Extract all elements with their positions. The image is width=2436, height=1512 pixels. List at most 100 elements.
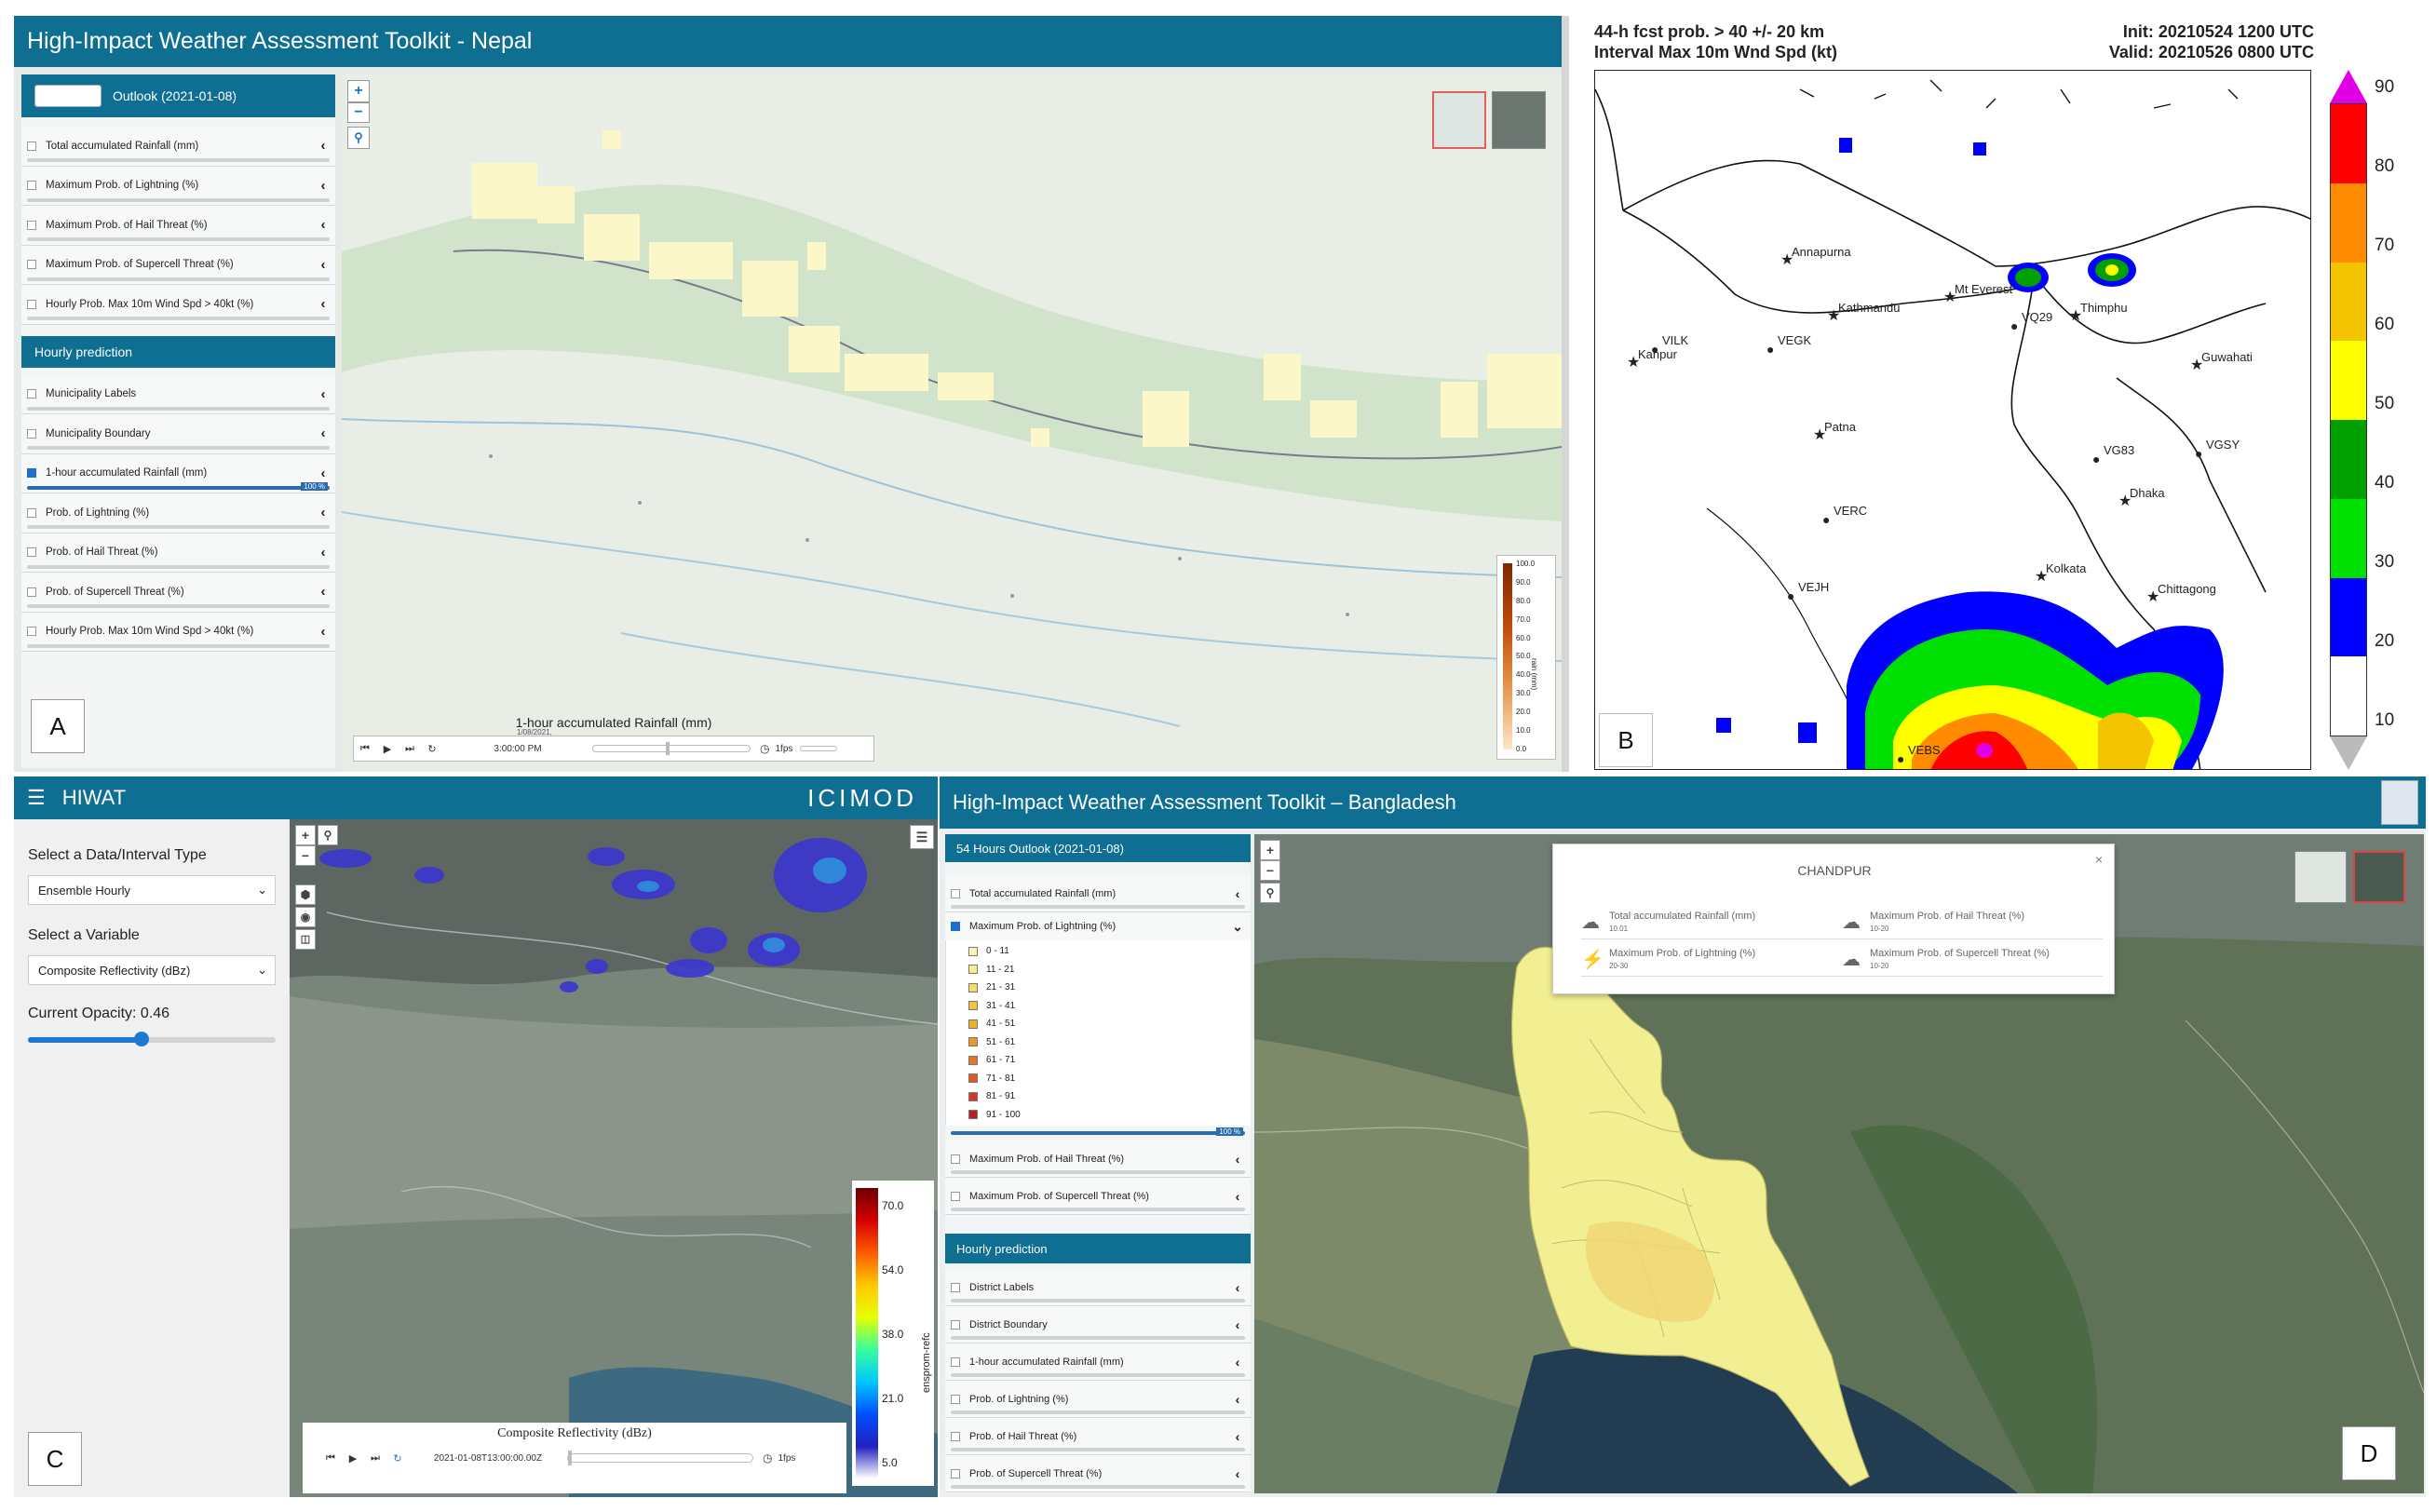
layer-checkbox[interactable] (27, 428, 36, 439)
hourly-layer-row[interactable]: Hourly Prob. Max 10m Wind Spd > 40kt (%)… (21, 612, 335, 652)
layer-opacity-slider[interactable] (27, 485, 330, 490)
layer-checkbox[interactable] (27, 299, 36, 309)
layer-checkbox[interactable] (951, 1431, 960, 1441)
hourly-layer-row[interactable]: 1-hour accumulated Rainfall (mm) ‹ 100 % (21, 453, 335, 493)
chevron-left-icon[interactable]: ‹ (317, 138, 330, 154)
chevron-left-icon[interactable]: ‹ (317, 466, 330, 481)
chevron-left-icon[interactable]: ‹ (1230, 1392, 1245, 1407)
hourly-layer-row[interactable]: Prob. of Lightning (%) ‹ (945, 1381, 1251, 1418)
fps-value[interactable]: 1fps (775, 744, 792, 754)
layer-checkbox[interactable] (951, 1154, 960, 1164)
layer-checkbox[interactable] (951, 888, 960, 898)
zoom-out-button[interactable]: − (347, 102, 370, 123)
chevron-left-icon[interactable]: ‹ (317, 584, 330, 600)
layer-opacity-slider[interactable] (27, 406, 330, 411)
chevron-left-icon[interactable]: ‹ (1230, 1317, 1245, 1332)
layer-opacity-slider[interactable] (951, 1448, 1245, 1451)
legend-opacity-slider[interactable]: 100 % (945, 1126, 1251, 1141)
outlook-layer-row[interactable]: Total accumulated Rainfall (mm) ‹ (945, 875, 1251, 912)
layer-checkbox[interactable] (27, 260, 36, 270)
chevron-left-icon[interactable]: ‹ (317, 296, 330, 312)
skip-back-icon[interactable]: ⏮ (354, 743, 376, 755)
chevron-down-icon[interactable]: ⌄ (1230, 919, 1245, 935)
variable-select[interactable]: Composite Reflectivity (dBz) ⌄ (28, 955, 276, 985)
search-icon[interactable]: ⚲ (347, 127, 370, 149)
layer-checkbox[interactable] (951, 1394, 960, 1404)
time-slider[interactable] (567, 1451, 753, 1465)
chevron-left-icon[interactable]: ‹ (317, 425, 330, 441)
chevron-left-icon[interactable]: ‹ (317, 386, 330, 402)
layer-opacity-slider[interactable] (27, 604, 330, 608)
opacity-slider-handle[interactable] (134, 1032, 150, 1046)
layer-opacity-slider[interactable] (27, 197, 330, 202)
hourly-layer-row[interactable]: Prob. of Lightning (%) ‹ (21, 493, 335, 533)
layer-checkbox[interactable] (27, 587, 36, 597)
layer-checkbox[interactable] (27, 389, 36, 399)
chevron-left-icon[interactable]: ‹ (1230, 886, 1245, 901)
time-slider-handle[interactable] (666, 742, 670, 755)
opacity-slider-track[interactable] (951, 1131, 1245, 1135)
layer-opacity-slider[interactable] (951, 1336, 1245, 1340)
outlook-layer-row[interactable]: Maximum Prob. of Hail Threat (%) ‹ (21, 206, 335, 246)
outlook-layer-row[interactable]: Maximum Prob. of Lightning (%) ‹ (21, 166, 335, 206)
chevron-left-icon[interactable]: ‹ (317, 545, 330, 560)
layer-checkbox[interactable] (27, 468, 36, 479)
skip-forward-icon[interactable]: ⏭ (399, 743, 421, 755)
layer-opacity-slider[interactable] (27, 525, 330, 529)
hourly-layer-row[interactable]: Prob. of Hail Threat (%) ‹ (945, 1418, 1251, 1455)
menu-icon[interactable]: ☰ (27, 786, 46, 810)
hourly-layer-row[interactable]: Prob. of Supercell Threat (%) ‹ (21, 573, 335, 613)
layer-opacity-slider[interactable] (951, 1208, 1245, 1211)
satellite-map[interactable]: + − ⚲ ⬢ ◉ ◫ ☰ 70.0 54.0 38.0 21.0 5.0 enspro… (290, 819, 938, 1497)
layer-opacity-slider[interactable] (27, 643, 330, 648)
layer-opacity-slider[interactable] (951, 1299, 1245, 1303)
basemap-satellite-toggle[interactable] (2353, 851, 2405, 903)
layer-checkbox[interactable] (27, 181, 36, 191)
time-slider[interactable] (592, 742, 751, 755)
outlook-layer-row[interactable]: Hourly Prob. Max 10m Wind Spd > 40kt (%)… (21, 285, 335, 325)
layer-checkbox[interactable] (951, 922, 960, 931)
chevron-left-icon[interactable]: ‹ (1230, 1429, 1245, 1444)
layer-opacity-slider[interactable] (951, 1411, 1245, 1414)
zoom-in-button[interactable]: + (295, 825, 316, 845)
layer-checkbox[interactable] (27, 507, 36, 518)
hourly-layer-row[interactable]: Municipality Boundary ‹ (21, 414, 335, 454)
hourly-layer-row[interactable]: 1-hour accumulated Rainfall (mm) ‹ (945, 1343, 1251, 1381)
opacity-slider[interactable] (28, 1032, 276, 1046)
outlook-layer-row[interactable]: Maximum Prob. of Supercell Threat (%) ‹ (21, 245, 335, 285)
chevron-left-icon[interactable]: ‹ (317, 178, 330, 194)
hourly-layer-row[interactable]: Municipality Labels ‹ (21, 374, 335, 414)
fps-value[interactable]: 1fps (778, 1453, 795, 1464)
chevron-left-icon[interactable]: ‹ (1230, 1189, 1245, 1204)
time-slider-handle[interactable] (568, 1451, 572, 1465)
layer-opacity-slider[interactable] (27, 446, 330, 450)
layer-checkbox[interactable] (951, 1468, 960, 1478)
chevron-left-icon[interactable]: ‹ (317, 505, 330, 520)
chevron-left-icon[interactable]: ‹ (1230, 1152, 1245, 1167)
skip-forward-icon[interactable]: ⏭ (364, 1452, 386, 1465)
layer-checkbox[interactable] (951, 1357, 960, 1367)
basemap-light-toggle[interactable] (1432, 91, 1486, 149)
play-icon[interactable]: ▶ (376, 743, 399, 755)
search-icon[interactable]: ⚲ (318, 825, 338, 845)
layer-opacity-slider[interactable] (27, 564, 330, 569)
hourly-layer-row[interactable]: Prob. of Supercell Threat (%) ‹ (945, 1455, 1251, 1492)
layer-checkbox[interactable] (951, 1191, 960, 1201)
hourly-layer-row[interactable]: Prob. of Hail Threat (%) ‹ (21, 533, 335, 573)
day-select[interactable]: Day 1 ▾ (34, 85, 102, 107)
layer-opacity-slider[interactable] (951, 1485, 1245, 1489)
layer-checkbox[interactable] (27, 220, 36, 230)
basemap-satellite-toggle[interactable] (1492, 91, 1546, 149)
vertical-scrollbar[interactable] (1562, 16, 1569, 772)
chevron-left-icon[interactable]: ‹ (317, 217, 330, 233)
zoom-out-button[interactable]: − (1260, 860, 1280, 881)
loop-icon[interactable]: ↻ (421, 743, 443, 755)
layer-checkbox[interactable] (27, 141, 36, 151)
satellite-map[interactable]: + − ⚲ CHANDPUR × ☁ Total accumulated Rain… (1254, 834, 2424, 1493)
layers-icon[interactable]: ☰ (910, 825, 934, 849)
layer-opacity-slider[interactable] (27, 277, 330, 281)
map-view[interactable]: + − ⚲ 100.0 90.0 80.0 70.0 60.0 50.0 40.0 30.0 2… (342, 74, 1562, 768)
hourly-layer-row[interactable]: District Labels ‹ (945, 1269, 1251, 1306)
layer-opacity-slider[interactable] (27, 317, 330, 320)
zoom-out-button[interactable]: − (295, 845, 316, 866)
